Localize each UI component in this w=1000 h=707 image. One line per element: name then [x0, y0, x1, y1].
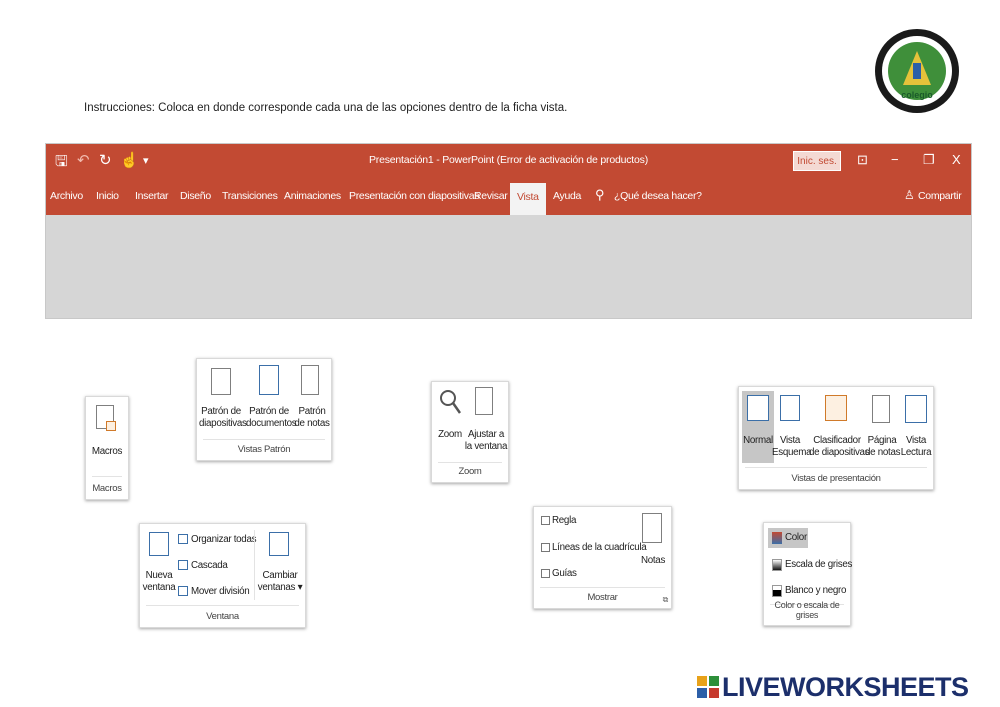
tab-archivo[interactable]: Archivo	[50, 190, 83, 202]
instructions-text: Instrucciones: Coloca en donde correspon…	[84, 102, 568, 114]
switch-windows-button[interactable]: Cambiar ventanas ▾	[256, 570, 304, 594]
tab-vista[interactable]: Vista	[510, 183, 546, 215]
gridlines-checkbox[interactable]	[541, 543, 550, 552]
cascade-icon	[178, 560, 188, 570]
handout-master-button[interactable]: Patrón de documentos	[246, 406, 297, 430]
group-title-ventana: Ventana	[206, 611, 239, 622]
group-title-color: Color o escala de grises	[774, 600, 840, 620]
tab-ayuda[interactable]: Ayuda	[553, 190, 581, 202]
group-mostrar[interactable]: Regla Líneas de la cuadrícula Guías Nota…	[533, 506, 672, 609]
logo-caption: colegio	[901, 90, 933, 100]
group-title-zoom: Zoom	[458, 466, 482, 477]
color-swatch-icon	[772, 532, 782, 544]
handout-master-icon	[259, 365, 279, 395]
group-title-mostrar: Mostrar	[587, 592, 618, 603]
arrange-all-icon	[178, 534, 188, 544]
slide-master-icon	[211, 368, 231, 395]
slide-sorter-button[interactable]: Clasificador de diapositivas	[809, 435, 870, 459]
sign-in-button[interactable]: Inic. ses.	[793, 151, 841, 171]
new-window-button[interactable]: Nueva ventana	[142, 570, 176, 594]
move-split-button[interactable]: Mover división	[191, 586, 250, 598]
reading-view-button[interactable]: Vista Lectura	[899, 435, 933, 459]
guides-label: Guías	[552, 568, 577, 579]
title-bar: 🖫 ↶ ↻ ☝ ▾ Presentación1 - PowerPoint (Er…	[46, 144, 971, 178]
group-ventana[interactable]: Nueva ventana Organizar todas Cascada Mov…	[139, 523, 306, 628]
macros-button[interactable]: Macros	[86, 446, 128, 458]
notes-page-icon	[872, 395, 890, 423]
normal-view-button[interactable]: Normal	[741, 435, 775, 447]
group-title-vistas-presentacion: Vistas de presentación	[791, 473, 881, 484]
guides-checkbox[interactable]	[541, 569, 550, 578]
ruler-label: Regla	[552, 515, 577, 526]
tab-transiciones[interactable]: Transiciones	[222, 190, 278, 202]
group-vistas-patron[interactable]: Patrón de diapositivas Patrón de documento…	[196, 358, 332, 461]
notes-button[interactable]: Notas	[636, 555, 670, 567]
ribbon-tab-bar: Archivo Inicio Insertar Diseño Transicio…	[46, 178, 971, 215]
arrange-all-button[interactable]: Organizar todas	[191, 534, 257, 546]
group-zoom[interactable]: Zoom Ajustar a la ventana Zoom	[431, 381, 509, 483]
slide-sorter-icon	[825, 395, 847, 421]
outline-view-icon	[780, 395, 800, 421]
tab-inicio[interactable]: Inicio	[96, 190, 119, 202]
grayscale-swatch-icon	[772, 559, 782, 571]
user-icon: ♙	[904, 188, 915, 202]
fit-to-window-icon	[475, 387, 493, 415]
close-button[interactable]: X	[952, 152, 961, 167]
tell-me-search[interactable]: ¿Qué desea hacer?	[614, 190, 702, 202]
normal-view-icon	[747, 395, 769, 421]
cascade-button[interactable]: Cascada	[191, 560, 228, 572]
lightbulb-icon: ⚲	[595, 187, 605, 202]
group-vistas-presentacion[interactable]: Normal Vista Esquema Clasificador de diapo…	[738, 386, 934, 490]
liveworksheets-watermark: LIVEWORKSHEETS	[722, 672, 969, 702]
magnifier-icon	[440, 390, 461, 414]
ruler-checkbox[interactable]	[541, 516, 550, 525]
tab-revisar[interactable]: Revisar	[474, 190, 508, 202]
outline-view-button[interactable]: Vista Esquema	[772, 435, 812, 459]
tab-diseno[interactable]: Diseño	[180, 190, 211, 202]
minimize-button[interactable]: −	[891, 152, 899, 167]
move-split-icon	[178, 586, 188, 596]
fit-to-window-button[interactable]: Ajustar a la ventana	[464, 429, 508, 453]
gridlines-label: Líneas de la cuadrícula	[552, 542, 647, 553]
group-title-vistas-patron: Vistas Patrón	[237, 444, 291, 455]
share-button[interactable]: Compartir	[918, 190, 962, 202]
new-window-icon	[149, 532, 169, 556]
group-macros[interactable]: Macros Macros	[85, 396, 129, 500]
zoom-button[interactable]: Zoom	[435, 429, 465, 441]
liveworksheets-logo-icon	[697, 676, 719, 698]
color-option[interactable]: Color	[785, 532, 807, 544]
school-logo	[875, 29, 959, 113]
restore-button[interactable]: ❐	[923, 152, 935, 168]
notes-page-button[interactable]: Página de notas	[865, 435, 900, 459]
notes-master-button[interactable]: Patrón de notas	[293, 406, 331, 430]
notes-icon	[642, 513, 662, 543]
tab-animaciones[interactable]: Animaciones	[284, 190, 341, 202]
black-white-swatch-icon	[772, 585, 782, 597]
notes-master-icon	[301, 365, 319, 395]
tab-presentacion[interactable]: Presentación con diapositivas	[349, 190, 480, 202]
group-color[interactable]: Color Escala de grises Blanco y negro Co…	[763, 522, 852, 626]
group-title-macros: Macros	[92, 483, 122, 494]
dialog-launcher-icon[interactable]: ⧉	[663, 595, 669, 605]
black-white-option[interactable]: Blanco y negro	[785, 585, 846, 597]
grayscale-option[interactable]: Escala de grises	[785, 559, 852, 571]
macros-pencil-icon	[106, 421, 116, 431]
switch-windows-icon	[269, 532, 289, 556]
tab-insertar[interactable]: Insertar	[135, 190, 169, 202]
slide-master-button[interactable]: Patrón de diapositivas	[199, 406, 247, 430]
powerpoint-window: 🖫 ↶ ↻ ☝ ▾ Presentación1 - PowerPoint (Er…	[45, 143, 972, 319]
ribbon-display-options-icon[interactable]: ⊡	[857, 152, 868, 168]
reading-view-icon	[905, 395, 927, 423]
